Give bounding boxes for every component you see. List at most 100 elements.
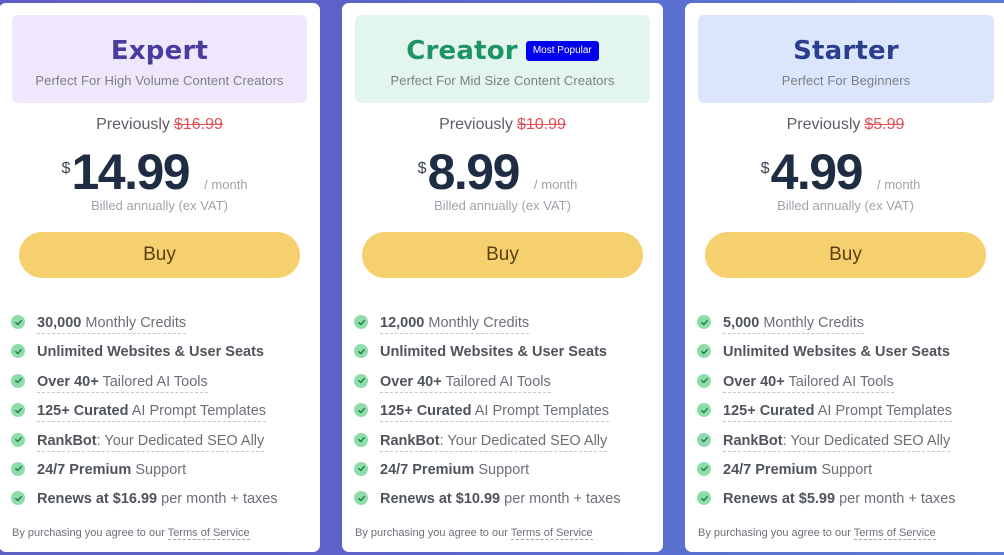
- feature-text: Over 40+ Tailored AI Tools: [723, 372, 894, 393]
- feature-detail: : Your Dedicated SEO Ally: [439, 432, 608, 449]
- feature-text: Unlimited Websites & User Seats: [380, 342, 607, 362]
- feature-highlight: RankBot: [380, 432, 440, 449]
- feature-item: Over 40+ Tailored AI Tools: [354, 372, 621, 401]
- feature-highlight: Renews at $5.99: [723, 491, 836, 508]
- feature-highlight: 24/7 Premium: [37, 461, 132, 478]
- plan-title: Starter: [793, 36, 899, 66]
- price-period: / month: [534, 177, 578, 192]
- check-circle-icon: [354, 403, 368, 418]
- feature-highlight: Over 40+: [380, 373, 442, 390]
- billing-note: Billed annually (ex VAT): [777, 198, 914, 213]
- price-amount: 4.99: [770, 144, 864, 200]
- price-period: / month: [204, 177, 248, 192]
- feature-item: 24/7 Premium Support: [354, 460, 621, 489]
- feature-detail: AI Prompt Templates: [471, 403, 610, 420]
- feature-item: RankBot: Your Dedicated SEO Ally: [697, 431, 956, 460]
- feature-detail: : Your Dedicated SEO Ally: [782, 432, 951, 449]
- billing-note: Billed annually (ex VAT): [434, 198, 571, 213]
- feature-highlight: 24/7 Premium: [380, 461, 475, 478]
- price-row: $ 14.99 / month: [0, 146, 320, 198]
- feature-text: 12,000 Monthly Credits: [380, 313, 530, 334]
- feature-text: RankBot: Your Dedicated SEO Ally: [380, 431, 608, 452]
- plan-title-row: Creator Most Popular: [355, 35, 650, 67]
- terms-of-service-link[interactable]: Terms of Service: [167, 527, 250, 540]
- feature-text: 24/7 Premium Support: [380, 460, 529, 480]
- buy-button[interactable]: Buy: [705, 232, 986, 278]
- price-period: / month: [877, 177, 921, 192]
- feature-item: 125+ Curated AI Prompt Templates: [354, 401, 621, 430]
- feature-highlight: Unlimited Websites & User Seats: [37, 344, 264, 361]
- terms-of-service-link[interactable]: Terms of Service: [510, 527, 593, 540]
- price-row: $ 4.99 / month: [685, 146, 1004, 198]
- feature-item: 24/7 Premium Support: [11, 460, 278, 489]
- check-circle-icon: [11, 373, 25, 388]
- feature-text: Over 40+ Tailored AI Tools: [380, 372, 551, 393]
- check-circle-icon: [697, 491, 711, 506]
- feature-detail: AI Prompt Templates: [128, 403, 267, 420]
- check-circle-icon: [697, 403, 711, 418]
- feature-detail: Monthly Credits: [424, 315, 530, 331]
- feature-item: 24/7 Premium Support: [697, 460, 956, 489]
- check-circle-icon: [354, 432, 368, 447]
- previous-price: Previously $10.99: [342, 116, 663, 134]
- most-popular-badge: Most Popular: [525, 41, 599, 61]
- price-row: $ 8.99 / month: [342, 146, 663, 198]
- price-amount: 14.99: [71, 144, 190, 200]
- feature-text: Renews at $10.99 per month + taxes: [380, 489, 621, 509]
- feature-item: 5,000 Monthly Credits: [697, 313, 956, 342]
- feature-highlight: 125+ Curated: [380, 403, 472, 420]
- old-price: $10.99: [516, 116, 566, 133]
- feature-item: Over 40+ Tailored AI Tools: [11, 372, 278, 401]
- plan-header: Expert Perfect For High Volume Content C…: [12, 15, 307, 103]
- terms-note: By purchasing you agree to our Terms of …: [12, 527, 250, 540]
- price-amount: 8.99: [427, 144, 521, 200]
- feature-item: Renews at $5.99 per month + taxes: [697, 489, 956, 518]
- feature-highlight: 30,000: [37, 315, 82, 331]
- plan-title: Creator: [406, 36, 518, 66]
- feature-text: RankBot: Your Dedicated SEO Ally: [723, 431, 951, 452]
- buy-button[interactable]: Buy: [19, 232, 300, 278]
- feature-highlight: RankBot: [723, 432, 783, 449]
- check-circle-icon: [697, 373, 711, 388]
- buy-button[interactable]: Buy: [362, 232, 643, 278]
- feature-detail: per month + taxes: [500, 491, 621, 508]
- feature-detail: Tailored AI Tools: [784, 373, 894, 390]
- feature-item: 12,000 Monthly Credits: [354, 313, 621, 342]
- feature-list: 5,000 Monthly Credits Unlimited Websites …: [697, 313, 956, 519]
- check-circle-icon: [354, 373, 368, 388]
- feature-text: RankBot: Your Dedicated SEO Ally: [37, 431, 265, 452]
- pricing-card-creator: Creator Most Popular Perfect For Mid Siz…: [342, 3, 663, 552]
- feature-detail: Tailored AI Tools: [441, 373, 551, 390]
- plan-title-row: Expert: [12, 35, 307, 67]
- feature-highlight: Unlimited Websites & User Seats: [380, 344, 607, 361]
- feature-detail: Support: [474, 461, 530, 478]
- feature-item: 125+ Curated AI Prompt Templates: [11, 401, 278, 430]
- previous-price: Previously $5.99: [685, 116, 1004, 134]
- feature-highlight: 125+ Curated: [37, 403, 129, 420]
- terms-of-service-link[interactable]: Terms of Service: [853, 527, 936, 540]
- plan-header: Creator Most Popular Perfect For Mid Siz…: [355, 15, 650, 103]
- check-circle-icon: [697, 432, 711, 447]
- feature-item: Over 40+ Tailored AI Tools: [697, 372, 956, 401]
- billing-note: Billed annually (ex VAT): [91, 198, 228, 213]
- feature-item: 30,000 Monthly Credits: [11, 313, 278, 342]
- check-circle-icon: [697, 315, 711, 329]
- feature-item: RankBot: Your Dedicated SEO Ally: [11, 431, 278, 460]
- feature-text: 30,000 Monthly Credits: [37, 313, 187, 334]
- feature-detail: Tailored AI Tools: [98, 373, 208, 390]
- check-circle-icon: [11, 491, 25, 506]
- feature-highlight: 5,000: [723, 315, 760, 331]
- feature-highlight: Unlimited Websites & User Seats: [723, 344, 950, 361]
- pricing-card-starter: Starter Perfect For Beginners Previously…: [685, 3, 1004, 552]
- terms-note: By purchasing you agree to our Terms of …: [698, 527, 936, 540]
- plan-title: Expert: [110, 36, 209, 66]
- feature-list: 12,000 Monthly Credits Unlimited Websites…: [354, 313, 621, 519]
- feature-item: Unlimited Websites & User Seats: [697, 342, 956, 371]
- feature-text: 5,000 Monthly Credits: [723, 313, 865, 334]
- feature-item: Unlimited Websites & User Seats: [354, 342, 621, 371]
- terms-prefix: By purchasing you agree to our: [698, 527, 854, 539]
- check-circle-icon: [354, 315, 368, 329]
- feature-highlight: 12,000: [380, 315, 425, 331]
- feature-detail: per month + taxes: [157, 491, 278, 508]
- feature-text: Unlimited Websites & User Seats: [37, 342, 264, 362]
